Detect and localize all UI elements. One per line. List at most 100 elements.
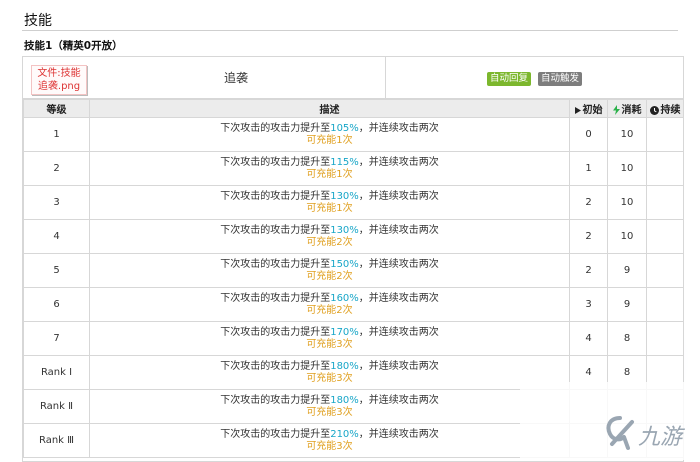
section-title: 技能 bbox=[24, 13, 52, 29]
level-cell: 4 bbox=[23, 219, 90, 254]
level-cell: Rank Ⅲ bbox=[23, 423, 90, 458]
duration-cell bbox=[646, 253, 684, 288]
desc-suffix: ，并连续攻击两次 bbox=[358, 258, 439, 270]
skill-icon-missing-file: 文件:技能 追袭.png bbox=[37, 68, 81, 92]
cost-cell: 9 bbox=[607, 287, 647, 322]
desc-suffix: ，并连续攻击两次 bbox=[358, 292, 439, 304]
skill-heading: 技能1（精英0开放） bbox=[24, 40, 123, 52]
desc-percent: 210% bbox=[330, 428, 359, 440]
description-cell: 下次攻击的攻击力提升至160%，并连续攻击两次 可充能2次 bbox=[89, 287, 570, 322]
level-cell: 1 bbox=[23, 117, 90, 152]
table-row: 4 下次攻击的攻击力提升至130%，并连续攻击两次 可充能2次 2 10 bbox=[23, 219, 684, 254]
table-row: 2 下次攻击的攻击力提升至115%，并连续攻击两次 可充能1次 1 10 bbox=[23, 151, 684, 186]
header-duration-label: 持续 bbox=[660, 105, 681, 116]
desc-prefix: 下次攻击的攻击力提升至 bbox=[220, 190, 331, 202]
desc-suffix: ，并连续攻击两次 bbox=[358, 224, 439, 236]
desc-suffix: ，并连续攻击两次 bbox=[358, 190, 439, 202]
desc-percent: 170% bbox=[330, 326, 359, 338]
desc-percent: 160% bbox=[330, 292, 359, 304]
cost-cell: 10 bbox=[607, 185, 647, 220]
cost-cell: 10 bbox=[607, 219, 647, 254]
table-header-row: 等级 描述 初始 消耗 持续 bbox=[23, 99, 684, 118]
initial-cell: 3 bbox=[569, 287, 608, 322]
desc-prefix: 下次攻击的攻击力提升至 bbox=[220, 156, 331, 168]
initial-cell: 1 bbox=[569, 151, 608, 186]
initial-cell: 4 bbox=[569, 321, 608, 356]
header-level: 等级 bbox=[23, 99, 90, 118]
header-cost: 消耗 bbox=[607, 99, 647, 118]
play-triangle-icon bbox=[574, 106, 581, 114]
desc-suffix: ，并连续攻击两次 bbox=[358, 122, 439, 134]
desc-prefix: 下次攻击的攻击力提升至 bbox=[220, 394, 331, 406]
desc-charges: 可充能2次 bbox=[306, 304, 353, 316]
badge-auto-recovery: 自动回复 bbox=[487, 72, 532, 86]
table-row: 6 下次攻击的攻击力提升至160%，并连续攻击两次 可充能2次 3 9 bbox=[23, 287, 684, 322]
duration-cell bbox=[646, 219, 684, 254]
level-cell: 7 bbox=[23, 321, 90, 356]
duration-cell bbox=[646, 321, 684, 356]
desc-suffix: ，并连续攻击两次 bbox=[358, 360, 439, 372]
level-cell: 3 bbox=[23, 185, 90, 220]
skill-icon-link[interactable]: 文件:技能 追袭.png bbox=[31, 65, 87, 95]
table-row: 5 下次攻击的攻击力提升至150%，并连续攻击两次 可充能2次 2 9 bbox=[23, 253, 684, 288]
header-initial: 初始 bbox=[569, 99, 608, 118]
description-cell: 下次攻击的攻击力提升至210%，并连续攻击两次 可充能3次 bbox=[89, 423, 570, 458]
header-duration: 持续 bbox=[646, 99, 684, 118]
desc-charges: 可充能3次 bbox=[306, 338, 353, 350]
desc-prefix: 下次攻击的攻击力提升至 bbox=[220, 360, 331, 372]
desc-suffix: ，并连续攻击两次 bbox=[358, 156, 439, 168]
desc-charges: 可充能3次 bbox=[306, 372, 353, 384]
table-row: 3 下次攻击的攻击力提升至130%，并连续攻击两次 可充能1次 2 10 bbox=[23, 185, 684, 220]
description-cell: 下次攻击的攻击力提升至170%，并连续攻击两次 可充能3次 bbox=[89, 321, 570, 356]
header-description: 描述 bbox=[89, 99, 570, 118]
description-cell: 下次攻击的攻击力提升至115%，并连续攻击两次 可充能1次 bbox=[89, 151, 570, 186]
level-cell: 2 bbox=[23, 151, 90, 186]
header-cost-label: 消耗 bbox=[621, 105, 642, 116]
desc-percent: 180% bbox=[330, 394, 359, 406]
initial-cell: 2 bbox=[569, 253, 608, 288]
initial-cell: 2 bbox=[569, 219, 608, 254]
lightning-icon bbox=[612, 105, 620, 115]
table-row: 7 下次攻击的攻击力提升至170%，并连续攻击两次 可充能3次 4 8 bbox=[23, 321, 684, 356]
cost-cell: 10 bbox=[607, 117, 647, 152]
desc-charges: 可充能1次 bbox=[306, 134, 353, 146]
duration-cell bbox=[646, 185, 684, 220]
watermark-overlay: 九游 bbox=[520, 382, 700, 460]
desc-percent: 115% bbox=[330, 156, 359, 168]
skill-name: 追袭 bbox=[87, 57, 386, 98]
nine-game-logo: 九游 bbox=[606, 416, 686, 450]
desc-charges: 可充能2次 bbox=[306, 270, 353, 282]
clock-icon bbox=[649, 105, 659, 115]
level-cell: Rank Ⅱ bbox=[23, 389, 90, 424]
cost-cell: 9 bbox=[607, 253, 647, 288]
desc-charges: 可充能1次 bbox=[306, 202, 353, 214]
description-cell: 下次攻击的攻击力提升至150%，并连续攻击两次 可充能2次 bbox=[89, 253, 570, 288]
table-row: 1 下次攻击的攻击力提升至105%，并连续攻击两次 可充能1次 0 10 bbox=[23, 117, 684, 152]
desc-percent: 105% bbox=[330, 122, 359, 134]
badge-auto-trigger: 自动触发 bbox=[538, 72, 583, 86]
desc-prefix: 下次攻击的攻击力提升至 bbox=[220, 258, 331, 270]
desc-percent: 150% bbox=[330, 258, 359, 270]
header-initial-label: 初始 bbox=[582, 105, 603, 116]
desc-charges: 可充能2次 bbox=[306, 236, 353, 248]
description-cell: 下次攻击的攻击力提升至130%，并连续攻击两次 可充能2次 bbox=[89, 219, 570, 254]
level-cell: 5 bbox=[23, 253, 90, 288]
desc-percent: 130% bbox=[330, 190, 359, 202]
duration-cell bbox=[646, 117, 684, 152]
desc-prefix: 下次攻击的攻击力提升至 bbox=[220, 224, 331, 236]
description-cell: 下次攻击的攻击力提升至130%，并连续攻击两次 可充能1次 bbox=[89, 185, 570, 220]
desc-suffix: ，并连续攻击两次 bbox=[358, 394, 439, 406]
desc-charges: 可充能1次 bbox=[306, 168, 353, 180]
desc-charges: 可充能3次 bbox=[306, 406, 353, 418]
desc-charges: 可充能3次 bbox=[306, 440, 353, 452]
desc-suffix: ，并连续攻击两次 bbox=[358, 428, 439, 440]
duration-cell bbox=[646, 151, 684, 186]
section-divider bbox=[22, 30, 678, 31]
desc-prefix: 下次攻击的攻击力提升至 bbox=[220, 292, 331, 304]
desc-prefix: 下次攻击的攻击力提升至 bbox=[220, 326, 331, 338]
cost-cell: 10 bbox=[607, 151, 647, 186]
svg-text:九游: 九游 bbox=[638, 425, 686, 450]
initial-cell: 2 bbox=[569, 185, 608, 220]
cost-cell: 8 bbox=[607, 321, 647, 356]
description-cell: 下次攻击的攻击力提升至180%，并连续攻击两次 可充能3次 bbox=[89, 355, 570, 390]
